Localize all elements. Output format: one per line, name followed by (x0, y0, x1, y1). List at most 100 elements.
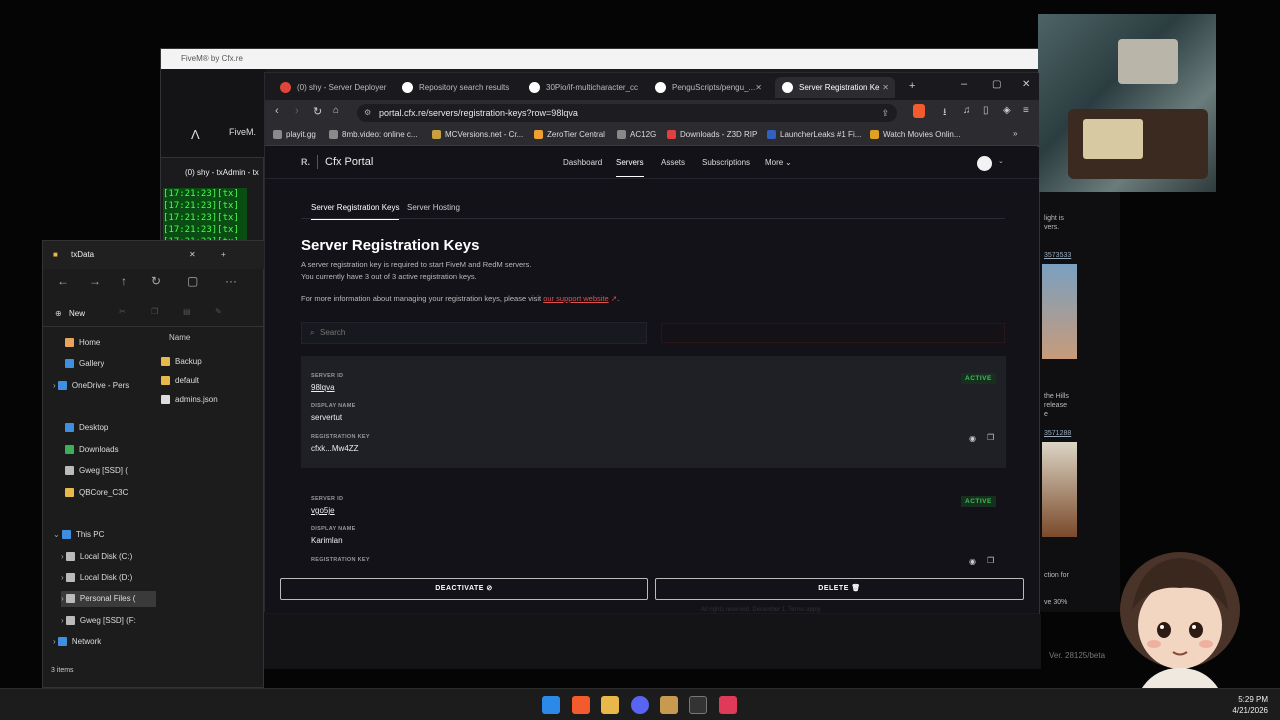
tree-item[interactable]: Gallery (65, 356, 104, 372)
tree-item[interactable]: › Network (53, 634, 101, 650)
browser-tab[interactable]: Repository search results (395, 77, 515, 98)
right-link-1[interactable]: 3573533 (1044, 252, 1071, 259)
share-icon[interactable]: ⇪ (881, 104, 889, 122)
url-field[interactable]: ⚙ portal.cfx.re/servers/registration-key… (357, 104, 897, 122)
discord-icon[interactable] (631, 696, 649, 714)
download-icon[interactable]: ⭳ (943, 105, 947, 122)
tree-item[interactable]: › Gweg [SSD] (F: (61, 613, 136, 629)
sidebar-icon[interactable]: ▯ (983, 105, 989, 116)
system-clock[interactable]: 5:29 PM 4/21/2026 (1232, 694, 1268, 716)
avatar-chevron-icon[interactable]: ⌄ (998, 157, 1004, 165)
browser-tab[interactable]: (0) shy - Server Deployer (273, 77, 391, 98)
nav-dashboard[interactable]: Dashboard (563, 158, 602, 167)
bookmark-item[interactable]: AC12G (617, 130, 656, 140)
terminal-icon[interactable] (689, 696, 707, 714)
paste-icon[interactable]: ▤ (183, 307, 191, 316)
right-link-2[interactable]: 3571288 (1044, 430, 1071, 437)
file-row[interactable]: default (161, 373, 199, 389)
eye-icon[interactable]: ◉ (969, 434, 976, 443)
browser-tab[interactable]: 30Pio/if-multicharacter_cc (522, 77, 642, 98)
vpn-icon[interactable]: ◈ (1003, 105, 1011, 116)
rename-icon[interactable]: ✎ (215, 307, 222, 316)
start-icon[interactable] (542, 696, 560, 714)
tree-item[interactable]: Desktop (65, 420, 108, 436)
file-row[interactable]: admins.json (161, 392, 218, 408)
reload-icon[interactable]: ↻ (313, 105, 322, 118)
nav-subscriptions[interactable]: Subscriptions (702, 158, 750, 167)
tab-server-registration-keys[interactable]: Server Registration Keys (311, 203, 400, 220)
bookmark-item[interactable]: MCVersions.net - Cr... (432, 130, 523, 140)
up-icon[interactable]: ↑ (121, 274, 127, 288)
new-tab-button[interactable]: + (909, 80, 915, 92)
tree-item[interactable]: Gweg [SSD] ( (65, 463, 128, 479)
deactivate-button[interactable]: DEACTIVATE ⊘ (280, 578, 648, 600)
back-icon[interactable]: ← (57, 274, 69, 288)
search-input[interactable]: ⌕ Search (301, 322, 647, 344)
file-row[interactable]: Backup (161, 354, 202, 370)
bookmark-item[interactable]: Downloads - Z3D RIP (667, 130, 757, 140)
tree-item[interactable]: ⌄ This PC (53, 527, 104, 543)
refresh-icon[interactable]: ↻ (151, 274, 161, 288)
server-id-value[interactable]: 98lqva (311, 383, 335, 392)
site-info-icon[interactable]: ⚙ (364, 104, 371, 122)
cut-icon[interactable]: ✂ (119, 307, 126, 316)
tab-server-hosting[interactable]: Server Hosting (407, 203, 460, 212)
tree-item-label: OneDrive - Pers (71, 381, 130, 390)
forward-icon[interactable]: › (295, 105, 299, 117)
home-icon[interactable]: ⌂ (333, 105, 339, 116)
column-header-name[interactable]: Name (169, 333, 190, 342)
new-tab-icon[interactable]: + (221, 241, 226, 269)
cfx-logo-icon[interactable]: R. (301, 157, 310, 167)
file-icon (161, 395, 170, 405)
eye-icon[interactable]: ◉ (969, 557, 976, 566)
minimize-icon[interactable]: – (961, 78, 967, 90)
bookmark-item[interactable]: Watch Movies Onlin... (870, 130, 961, 140)
delete-button[interactable]: DELETE 🗑 (655, 578, 1024, 600)
bookmark-item[interactable]: playit.gg (273, 130, 316, 140)
browser-tab[interactable]: PenguScripts/pengu_... ✕ (648, 77, 768, 98)
new-button[interactable]: New (69, 309, 85, 318)
view-icon[interactable]: ▢ (187, 274, 198, 288)
tab-close-icon[interactable]: ✕ (755, 77, 762, 98)
nav-more[interactable]: More (765, 158, 783, 167)
tree-item[interactable]: Home (65, 335, 100, 351)
brave-shield-icon[interactable] (913, 104, 925, 118)
bookmarks-overflow-icon[interactable]: » (1013, 129, 1017, 138)
nav-assets[interactable]: Assets (661, 158, 685, 167)
copy-icon[interactable]: ❐ (987, 556, 994, 565)
browser-tab[interactable]: Server Registration Ke ✕ (775, 77, 895, 98)
copy-icon[interactable]: ❐ (151, 307, 158, 316)
menu-icon[interactable]: ≡ (1023, 105, 1029, 116)
tree-item[interactable]: QBCore_C3C (65, 485, 128, 501)
back-icon[interactable]: ‹ (275, 105, 279, 117)
bookmark-item[interactable]: 8mb.video: online c... (329, 130, 418, 140)
file-explorer-icon[interactable] (601, 696, 619, 714)
tree-item[interactable]: › Personal Files ( (61, 591, 156, 607)
support-website-link[interactable]: our support website (543, 294, 608, 303)
bookmark-item[interactable]: ZeroTier Central (534, 130, 605, 140)
user-avatar[interactable] (977, 156, 992, 171)
tree-item[interactable]: › Local Disk (C:) (61, 549, 132, 565)
maximize-icon[interactable]: ▢ (992, 79, 1001, 90)
brave-icon[interactable] (572, 696, 590, 714)
tab-close-icon[interactable]: ✕ (882, 77, 889, 98)
app-icon[interactable] (660, 696, 678, 714)
registration-key-card-2[interactable]: SERVER ID vgo5je DISPLAY NAME Karimlan R… (301, 479, 1006, 572)
forward-icon[interactable]: → (89, 274, 101, 288)
tree-item[interactable]: › Local Disk (D:) (61, 570, 132, 586)
portal-brand[interactable]: Cfx Portal (325, 156, 373, 168)
fivem-icon[interactable] (719, 696, 737, 714)
server-id-value[interactable]: vgo5je (311, 506, 335, 515)
nav-servers[interactable]: Servers (616, 158, 644, 177)
tree-item[interactable]: Downloads (65, 442, 119, 458)
create-key-button[interactable] (661, 323, 1005, 343)
close-tab-icon[interactable]: ✕ (189, 241, 196, 269)
media-icon[interactable]: ♫ (963, 105, 971, 116)
copy-icon[interactable]: ❐ (987, 433, 994, 442)
bookmark-item[interactable]: LauncherLeaks #1 Fi... (767, 130, 861, 140)
tree-item[interactable]: › OneDrive - Pers (53, 378, 129, 394)
more-icon[interactable]: ··· (225, 274, 237, 288)
window-close-icon[interactable]: ✕ (1022, 79, 1030, 90)
registration-key-card-1[interactable]: SERVER ID 98lqva DISPLAY NAME servertut … (301, 356, 1006, 468)
chevron-icon[interactable]: ⌄ (53, 530, 62, 539)
